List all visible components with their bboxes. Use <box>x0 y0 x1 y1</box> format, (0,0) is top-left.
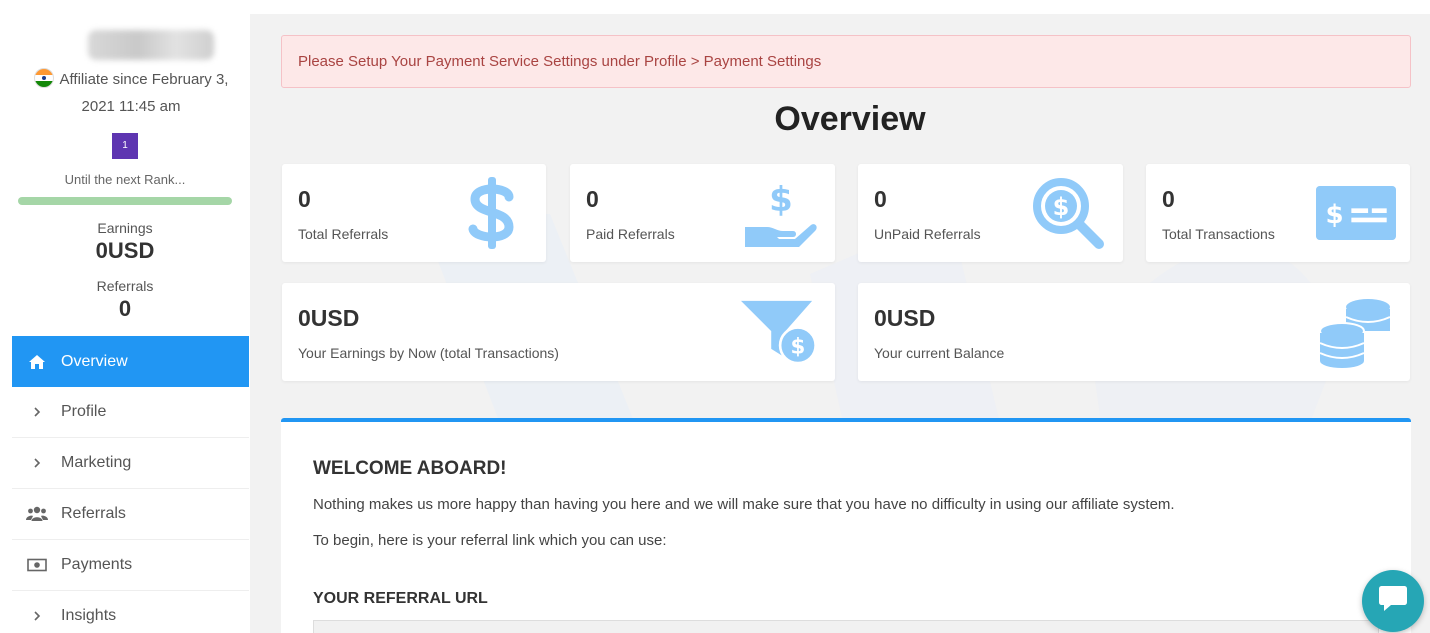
blurred-username <box>88 30 214 60</box>
hand-holding-dollar-icon: $ <box>741 176 821 250</box>
referrals-value: 0 <box>118 296 132 321</box>
card-total-referrals: 0 Total Referrals <box>282 164 546 262</box>
coins-icon <box>1316 295 1396 369</box>
card-value: 0USD <box>298 305 360 331</box>
page-title: Overview <box>774 100 926 138</box>
india-flag-icon <box>33 68 54 88</box>
money-check-icon: $ <box>1316 176 1396 250</box>
svg-text:$: $ <box>1053 193 1070 221</box>
card-unpaid-referrals: 0 UnPaid Referrals $ <box>858 164 1123 262</box>
svg-text:$: $ <box>790 334 805 359</box>
card-value: 0 <box>874 186 887 212</box>
card-label: Your Earnings by Now (total Transactions… <box>298 345 559 361</box>
rank-progress-bar <box>18 197 232 205</box>
sidebar-item-overview[interactable]: Overview <box>12 336 249 387</box>
search-dollar-icon: $ <box>1029 176 1109 250</box>
sidebar-item-referrals[interactable]: Referrals <box>12 489 249 540</box>
chat-button[interactable] <box>1362 570 1424 632</box>
card-earnings-by-now: 0USD Your Earnings by Now (total Transac… <box>282 283 835 381</box>
chat-bubble-icon <box>1377 584 1409 619</box>
card-value: 0 <box>1162 186 1175 212</box>
card-value: 0USD <box>874 305 936 331</box>
card-label: Total Referrals <box>298 226 389 242</box>
sidebar-item-marketing[interactable]: Marketing <box>12 438 249 489</box>
referral-url-field[interactable] <box>313 620 1379 633</box>
home-icon <box>26 354 48 370</box>
card-label: Your current Balance <box>874 345 1005 361</box>
main-content: Please Setup Your Payment Service Settin… <box>250 14 1430 633</box>
earnings-value: 0USD <box>95 238 155 263</box>
affiliate-since: Affiliate since February 3, 2021 11:45 a… <box>0 66 250 120</box>
card-paid-referrals: 0 Paid Referrals $ <box>570 164 835 262</box>
top-strip <box>0 0 1430 14</box>
sidebar-item-label: Overview <box>61 352 128 370</box>
sidebar-item-label: Marketing <box>61 454 132 471</box>
svg-text:$: $ <box>1326 200 1344 230</box>
sidebar-item-insights[interactable]: Insights <box>12 591 249 633</box>
sidebar-item-label: Profile <box>61 403 107 420</box>
svg-text:$: $ <box>769 180 793 220</box>
sidebar-item-label: Payments <box>61 556 133 573</box>
sidebar-item-label: Insights <box>61 607 117 624</box>
payment-settings-alert: Please Setup Your Payment Service Settin… <box>281 35 1411 88</box>
card-label: Paid Referrals <box>586 226 675 242</box>
sidebar-nav: Overview Profile Marketing Referrals Pay… <box>12 336 249 633</box>
card-label: Total Transactions <box>1162 226 1275 242</box>
referral-url-heading: YOUR REFERRAL URL <box>313 590 488 607</box>
welcome-begin-text: To begin, here is your referral link whi… <box>313 532 667 549</box>
rank-badge: 1 <box>112 133 138 159</box>
users-icon <box>26 506 48 522</box>
chevron-right-icon <box>26 610 48 622</box>
chevron-right-icon <box>26 406 48 418</box>
sidebar-item-label: Referrals <box>61 505 126 522</box>
welcome-text: Nothing makes us more happy than having … <box>313 496 1175 513</box>
next-rank-label: Until the next Rank... <box>64 172 186 187</box>
money-bill-icon <box>26 558 48 572</box>
welcome-panel: WELCOME ABOARD! Nothing makes us more ha… <box>281 418 1411 633</box>
funnel-dollar-icon: $ <box>741 295 821 369</box>
dollar-sign-icon <box>452 176 532 250</box>
sidebar: Affiliate since February 3, 2021 11:45 a… <box>0 14 250 633</box>
profile-summary: Affiliate since February 3, 2021 11:45 a… <box>0 14 250 322</box>
card-total-transactions: 0 Total Transactions $ <box>1146 164 1410 262</box>
earnings-label: Earnings <box>97 220 153 236</box>
affiliate-since-text: Affiliate since February 3, 2021 11:45 a… <box>59 71 229 115</box>
card-current-balance: 0USD Your current Balance <box>858 283 1410 381</box>
card-value: 0 <box>298 186 311 212</box>
chevron-right-icon <box>26 457 48 469</box>
card-value: 0 <box>586 186 599 212</box>
referrals-label: Referrals <box>96 278 154 294</box>
welcome-heading: WELCOME ABOARD! <box>313 458 507 479</box>
sidebar-item-payments[interactable]: Payments <box>12 540 249 591</box>
card-label: UnPaid Referrals <box>874 226 981 242</box>
sidebar-item-profile[interactable]: Profile <box>12 387 249 438</box>
